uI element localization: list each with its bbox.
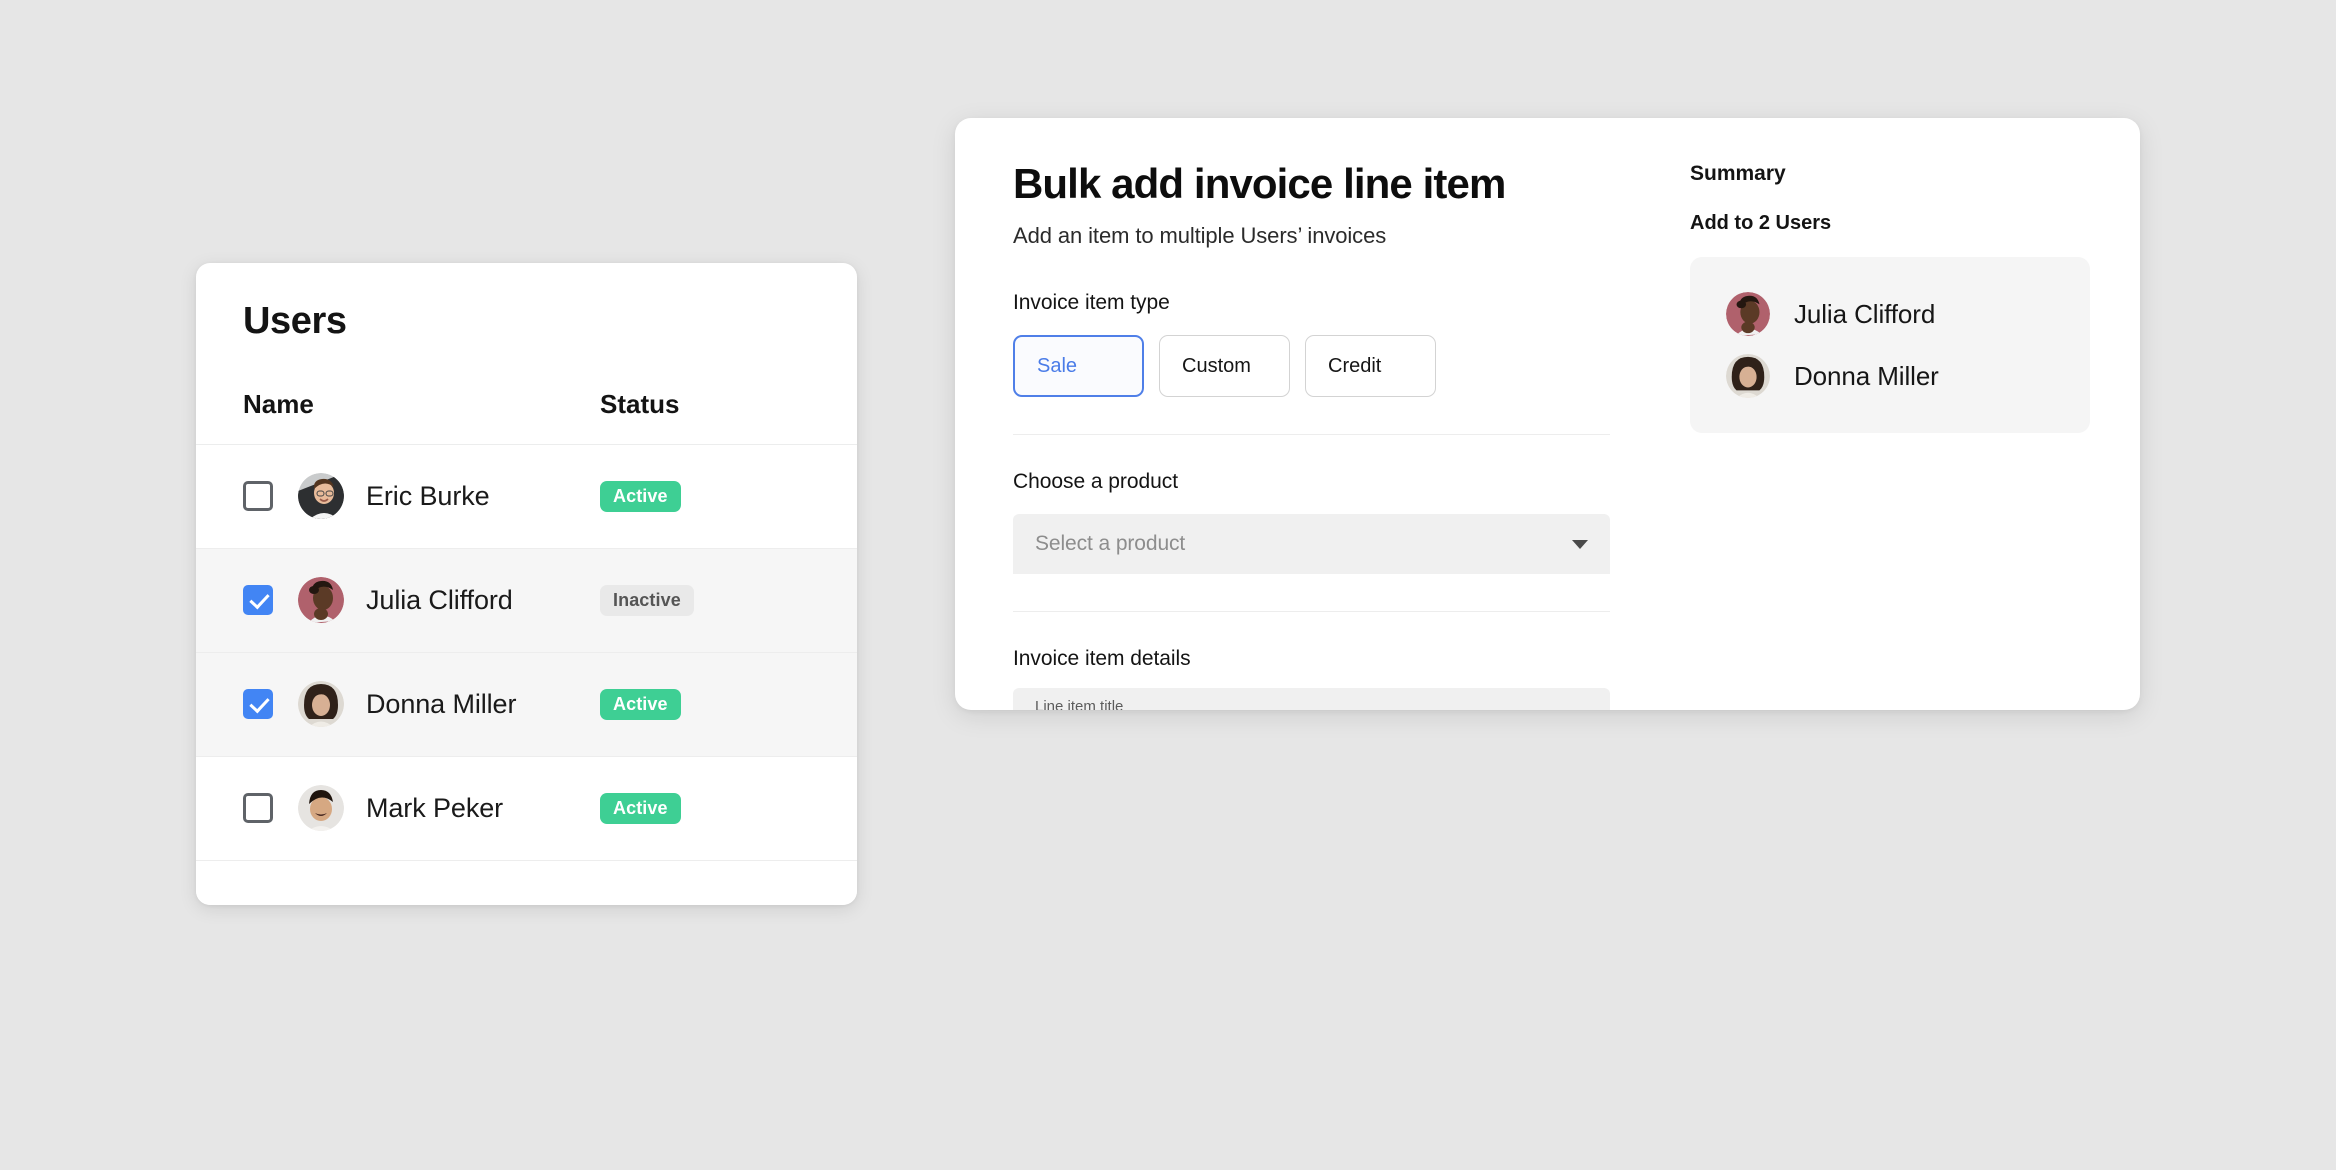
summary-user-name: Julia Clifford: [1794, 298, 1936, 329]
table-row[interactable]: Eric Burke Active: [196, 444, 857, 549]
row-select-checkbox[interactable]: [243, 689, 273, 720]
status-badge: Active: [600, 792, 681, 824]
invoice-item-details-label: Invoice item details: [1013, 647, 1191, 671]
type-option-custom-label: Custom: [1182, 354, 1251, 377]
row-select-checkbox[interactable]: [243, 793, 273, 824]
line-item-title-label: Line item title: [1035, 698, 1124, 710]
status-cell: Inactive: [600, 584, 810, 616]
list-item: Donna Miller: [1690, 345, 2090, 407]
avatar: [298, 473, 344, 520]
list-item: Julia Clifford: [1690, 283, 2090, 345]
summary-title: Summary: [1690, 162, 1786, 185]
type-option-sale[interactable]: Sale: [1013, 335, 1144, 398]
invoice-item-type-label: Invoice item type: [1013, 291, 1170, 315]
dialog-title: Bulk add invoice line item: [1013, 160, 1506, 207]
summary-count: Add to 2 Users: [1690, 212, 1832, 234]
row-select-checkbox[interactable]: [243, 481, 273, 512]
chevron-down-icon: [1572, 539, 1588, 549]
status-cell: Active: [600, 792, 810, 824]
users-table-header: Name Status: [196, 365, 857, 445]
summary-user-list: Julia Clifford Donna Miller: [1690, 257, 2090, 433]
line-item-title-field[interactable]: Line item title E.g. Printer paper: [1013, 688, 1610, 710]
type-option-custom[interactable]: Custom: [1159, 335, 1290, 398]
status-badge: Active: [600, 480, 681, 512]
status-cell: Active: [600, 480, 810, 512]
dialog-form-column: Bulk add invoice line item Add an item t…: [1013, 160, 1610, 710]
type-option-credit-label: Credit: [1328, 354, 1382, 377]
table-row[interactable]: Donna Miller Active: [196, 652, 857, 757]
invoice-item-type-group: Sale Custom Credit: [1013, 335, 1610, 398]
type-option-credit[interactable]: Credit: [1305, 335, 1436, 398]
status-cell: Active: [600, 688, 810, 720]
avatar: [298, 577, 344, 624]
user-name: Mark Peker: [366, 792, 504, 823]
users-panel-title: Users: [243, 300, 347, 342]
table-row[interactable]: Julia Clifford Inactive: [196, 548, 857, 653]
section-divider-2: [1013, 611, 1610, 613]
table-row[interactable]: Mark Peker Active: [196, 756, 857, 861]
summary-column: Summary Add to 2 Users Julia Clifford Do…: [1690, 162, 2090, 710]
status-badge: Inactive: [600, 584, 694, 616]
summary-user-name: Donna Miller: [1794, 360, 1939, 391]
user-name: Julia Clifford: [366, 584, 513, 615]
section-divider-1: [1013, 434, 1610, 436]
avatar: [298, 785, 344, 832]
avatar: [1726, 354, 1770, 398]
users-table-footer: [196, 860, 857, 905]
column-header-name: Name: [243, 388, 314, 419]
product-select[interactable]: Select a product: [1013, 514, 1610, 575]
dialog-subtitle: Add an item to multiple Users’ invoices: [1013, 223, 1387, 249]
user-name: Eric Burke: [366, 480, 490, 511]
avatar: [298, 681, 344, 728]
choose-a-product-label: Choose a product: [1013, 470, 1178, 494]
status-badge: Active: [600, 688, 681, 720]
user-name: Donna Miller: [366, 688, 517, 719]
avatar: [1726, 292, 1770, 336]
bulk-add-dialog: Bulk add invoice line item Add an item t…: [955, 118, 2140, 710]
type-option-sale-label: Sale: [1037, 354, 1078, 377]
column-header-status: Status: [600, 388, 680, 419]
users-card: Users Name Status Eric Burke Active Juli…: [196, 263, 857, 905]
row-select-checkbox[interactable]: [243, 585, 273, 616]
product-select-placeholder: Select a product: [1035, 532, 1186, 556]
